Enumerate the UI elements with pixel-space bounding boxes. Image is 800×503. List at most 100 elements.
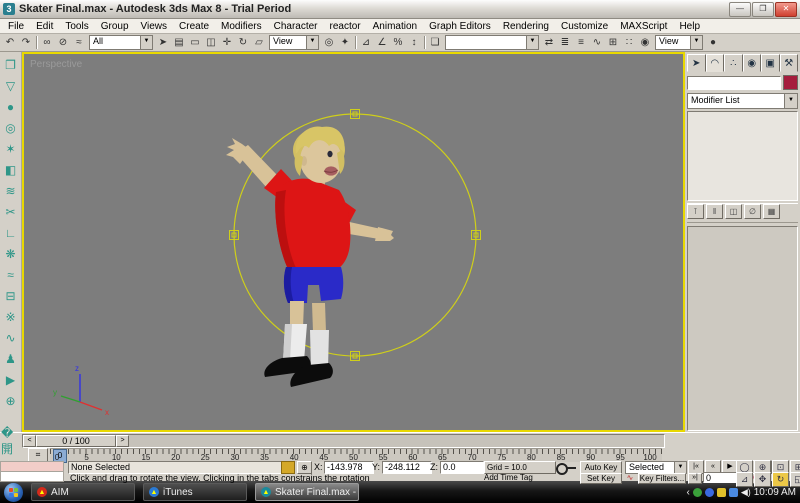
motor-icon[interactable]: ❋ (2, 243, 20, 264)
time-slider[interactable]: < 0 / 100 > (22, 434, 665, 448)
curve-editor-icon[interactable]: ∿ (589, 36, 605, 50)
perspective-viewport[interactable]: Perspective z x y (22, 52, 685, 432)
maxscript-listener-script[interactable] (0, 471, 64, 482)
menu-item-animation[interactable]: Animation (367, 20, 423, 33)
menu-item-edit[interactable]: Edit (30, 20, 59, 33)
water-icon[interactable]: ∿ (2, 327, 20, 348)
chevron-down-icon[interactable]: ▼ (140, 36, 152, 49)
named-selection-sets-dropdown[interactable]: ▼ (445, 35, 539, 50)
schematic-view-icon[interactable]: ⊞ (605, 36, 621, 50)
rectangular-selection-region-icon[interactable]: ▭ (187, 36, 203, 50)
bind-to-space-warp-icon[interactable]: ≈ (71, 36, 87, 50)
hinge-icon[interactable]: ∟ (2, 222, 20, 243)
field-of-view-icon[interactable]: ⊿ (736, 472, 753, 487)
rigid-body-collection-icon[interactable]: ❐ (2, 54, 20, 75)
wind-icon[interactable]: ≈ (2, 264, 20, 285)
time-slider-handle[interactable]: 0 / 100 (36, 435, 116, 447)
tab-display[interactable]: ▣ (761, 54, 780, 72)
close-button[interactable]: ✕ (775, 1, 797, 17)
start-button[interactable] (4, 482, 23, 502)
chevron-down-icon[interactable]: ▼ (674, 462, 686, 473)
viewport-label[interactable]: Perspective (30, 59, 83, 70)
modifier-list-dropdown[interactable]: Modifier List ▼ (687, 93, 798, 109)
undo-icon[interactable]: ↶ (2, 36, 18, 50)
menu-item-rendering[interactable]: Rendering (497, 20, 555, 33)
redo-icon[interactable]: ↷ (18, 36, 34, 50)
knife-icon[interactable]: ✂ (2, 201, 20, 222)
chevron-down-icon[interactable]: ▼ (690, 36, 702, 49)
restore-button[interactable]: ❐ (752, 1, 774, 17)
material-editor-icon[interactable]: ∷ (621, 36, 637, 50)
selection-filter-dropdown[interactable]: All ▼ (89, 35, 153, 50)
time-slider-prev-button[interactable]: < (23, 435, 36, 447)
menu-item-tools[interactable]: Tools (59, 20, 94, 33)
select-and-manipulate-icon[interactable]: ✦ (337, 36, 353, 50)
taskbar-item-aim[interactable]: ▲ AIM (31, 483, 135, 501)
menu-item-help[interactable]: Help (673, 20, 706, 33)
layer-manager-icon[interactable]: ≡ (573, 36, 589, 50)
deforming-mesh-collection-icon[interactable]: ✶ (2, 138, 20, 159)
soft-body-collection-icon[interactable]: ● (2, 96, 20, 117)
minimize-button[interactable]: — (729, 1, 751, 17)
key-filters-button[interactable]: Key Filters... (638, 473, 686, 484)
remove-modifier-button[interactable]: ∅ (744, 204, 761, 219)
edit-named-selection-sets-icon[interactable]: ❏ (427, 36, 443, 50)
reference-coordinate-dropdown[interactable]: View ▼ (269, 35, 319, 50)
unlink-selection-icon[interactable]: ⊘ (55, 36, 71, 50)
pan-view-icon[interactable]: ✥ (754, 472, 771, 487)
track-bar[interactable]: 0 0 5 10 15 20 25 30 35 40 45 50 55 60 65 70 75 80 85 90 95… (50, 448, 662, 463)
select-and-move-icon[interactable]: ✛ (219, 36, 235, 50)
chevron-down-icon[interactable]: ▼ (526, 36, 538, 49)
menu-item-reactor[interactable]: reactor (324, 20, 367, 33)
quick-render-icon[interactable]: ● (705, 36, 721, 50)
object-color-swatch[interactable] (783, 75, 798, 90)
show-end-result-button[interactable]: ‖ (706, 204, 723, 219)
set-keys-key-icon[interactable] (556, 463, 568, 475)
align-icon[interactable]: ≣ (557, 36, 573, 50)
spring-icon[interactable]: ≋ (2, 180, 20, 201)
select-object-icon[interactable]: ➤ (155, 36, 171, 50)
current-frame-field[interactable]: 0 (703, 472, 739, 483)
menu-item-graph-editors[interactable]: Graph Editors (423, 20, 497, 33)
menu-item-views[interactable]: Views (135, 20, 174, 33)
messenger-icon[interactable] (704, 487, 714, 497)
key-step-toggle[interactable]: »| (688, 473, 702, 484)
object-name-field[interactable] (687, 75, 781, 90)
make-unique-button[interactable]: ◫ (725, 204, 742, 219)
time-slider-next-button[interactable]: > (116, 435, 129, 447)
taskbar-item-skater[interactable]: ▲Skater Final.max - A... (255, 483, 359, 501)
reactor-utility-icon[interactable]: �開 (1, 426, 19, 456)
fracture-icon[interactable]: ※ (2, 306, 20, 327)
security-shield-icon[interactable] (692, 487, 702, 497)
modifier-stack-list[interactable] (687, 111, 798, 201)
select-and-link-icon[interactable]: ∞ (39, 36, 55, 50)
rope-collection-icon[interactable]: ◎ (2, 117, 20, 138)
go-to-start-button[interactable]: |« (688, 460, 704, 474)
configure-modifier-sets-button[interactable]: ▦ (763, 204, 780, 219)
viewport-canvas[interactable]: Perspective z x y (24, 54, 683, 430)
analyze-world-icon[interactable]: ⊕ (2, 390, 20, 411)
tray-collapse-icon[interactable]: ‹ (686, 487, 689, 498)
toy-car-icon[interactable]: ⊟ (2, 285, 20, 306)
menu-item-create[interactable]: Create (173, 20, 215, 33)
ragdoll-icon[interactable]: ♟ (2, 348, 20, 369)
select-and-scale-icon[interactable]: ▱ (251, 36, 267, 50)
menu-item-modifiers[interactable]: Modifiers (215, 20, 268, 33)
volume-icon[interactable]: ◀) (741, 487, 751, 498)
menu-item-character[interactable]: Character (268, 20, 324, 33)
display-tray-icon[interactable] (728, 487, 738, 497)
network-icon[interactable] (716, 487, 726, 497)
render-scene-icon[interactable]: ◉ (637, 36, 653, 50)
window-crossing-icon[interactable]: ◫ (203, 36, 219, 50)
arc-rotate-icon[interactable]: ↻ (772, 472, 789, 487)
tab-modify[interactable]: ◠ (705, 54, 724, 72)
set-key-button[interactable]: Set Key (580, 473, 622, 484)
preview-animation-icon[interactable]: ▶ (2, 369, 20, 390)
tab-motion[interactable]: ◉ (742, 54, 761, 72)
add-time-tag[interactable]: Add Time Tag (484, 473, 550, 482)
pin-stack-button[interactable]: ⊺ (687, 204, 704, 219)
menu-item-maxscript[interactable]: MAXScript (614, 20, 673, 33)
percent-snap-icon[interactable]: % (390, 36, 406, 50)
use-pivot-point-center-icon[interactable]: ◎ (321, 36, 337, 50)
select-and-rotate-icon[interactable]: ↻ (235, 36, 251, 50)
